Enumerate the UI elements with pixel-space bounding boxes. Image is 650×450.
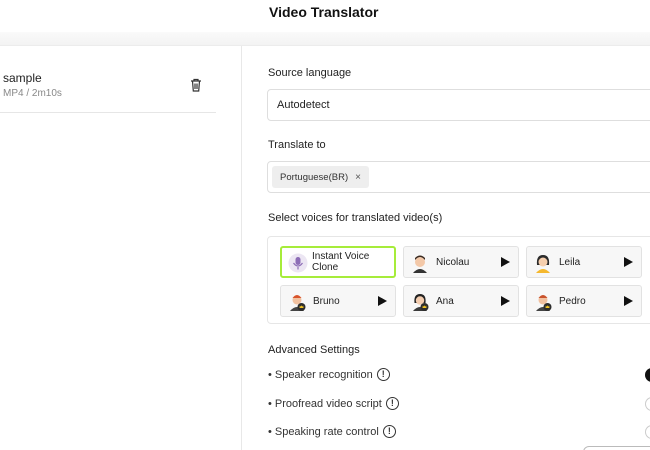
advanced-settings-title: Advanced Settings [268, 344, 360, 356]
setting-label: Speaker recognition [274, 368, 373, 381]
microphone-avatar-icon [288, 253, 308, 273]
header-divider [0, 32, 650, 46]
voice-card-ana[interactable]: Ana [403, 285, 519, 317]
file-divider [0, 112, 216, 113]
play-icon[interactable] [501, 257, 510, 267]
translate-to-label: Translate to [268, 139, 326, 151]
action-button[interactable] [583, 446, 650, 450]
male-avatar-crown-icon [536, 295, 552, 311]
proofread-script-toggle[interactable] [645, 397, 650, 411]
speaking-rate-toggle[interactable] [645, 425, 650, 439]
setting-speaking-rate: • Speaking rate control ! [268, 425, 396, 438]
file-name[interactable]: sample [3, 71, 42, 85]
male-avatar-icon [413, 255, 427, 273]
close-icon[interactable]: × [355, 172, 361, 183]
page-title: Video Translator [269, 4, 379, 20]
male-avatar-crown-icon [290, 295, 306, 311]
language-tag-label: Portuguese(BR) [280, 171, 349, 183]
voice-name: Ana [436, 296, 454, 307]
setting-proofread-script: • Proofread video script ! [268, 397, 399, 410]
voice-card-leila[interactable]: Leila [526, 246, 642, 278]
setting-label: Proofread video script [274, 397, 382, 410]
female-avatar-crown-icon [413, 294, 429, 311]
play-icon[interactable] [624, 296, 633, 306]
play-icon[interactable] [378, 296, 387, 306]
file-meta: MP4 / 2m10s [3, 88, 62, 99]
voice-card-instant-voice-clone[interactable]: Instant Voice Clone [280, 246, 396, 278]
speaker-recognition-toggle[interactable] [645, 368, 650, 382]
voice-name: Leila [559, 257, 581, 268]
voice-card-bruno[interactable]: Bruno [280, 285, 396, 317]
voice-name: Pedro [559, 296, 586, 307]
file-panel: sample MP4 / 2m10s [0, 46, 242, 450]
info-icon[interactable]: ! [385, 397, 399, 410]
translate-to-select[interactable]: Portuguese(BR) × [267, 161, 650, 193]
source-language-label: Source language [268, 67, 352, 79]
voice-card-pedro[interactable]: Pedro [526, 285, 642, 317]
source-language-select[interactable]: Autodetect [267, 89, 650, 121]
setting-speaker-recognition: • Speaker recognition ! [268, 368, 390, 381]
voice-name: Nicolau [436, 257, 470, 268]
info-icon[interactable]: ! [376, 368, 390, 381]
trash-icon[interactable] [189, 77, 203, 93]
voice-name: Bruno [313, 296, 340, 307]
play-icon[interactable] [501, 296, 510, 306]
voice-list: Instant Voice Clone Nicolau Leila Bruno [267, 236, 650, 324]
voice-name: Instant Voice Clone [312, 251, 370, 273]
setting-label: Speaking rate control [274, 425, 379, 438]
voice-card-nicolau[interactable]: Nicolau [403, 246, 519, 278]
female-avatar-icon [536, 255, 550, 273]
source-language-value: Autodetect [277, 99, 330, 111]
language-tag: Portuguese(BR) × [272, 166, 369, 188]
voices-label: Select voices for translated video(s) [268, 212, 443, 224]
play-icon[interactable] [624, 257, 633, 267]
info-icon[interactable]: ! [382, 425, 396, 438]
